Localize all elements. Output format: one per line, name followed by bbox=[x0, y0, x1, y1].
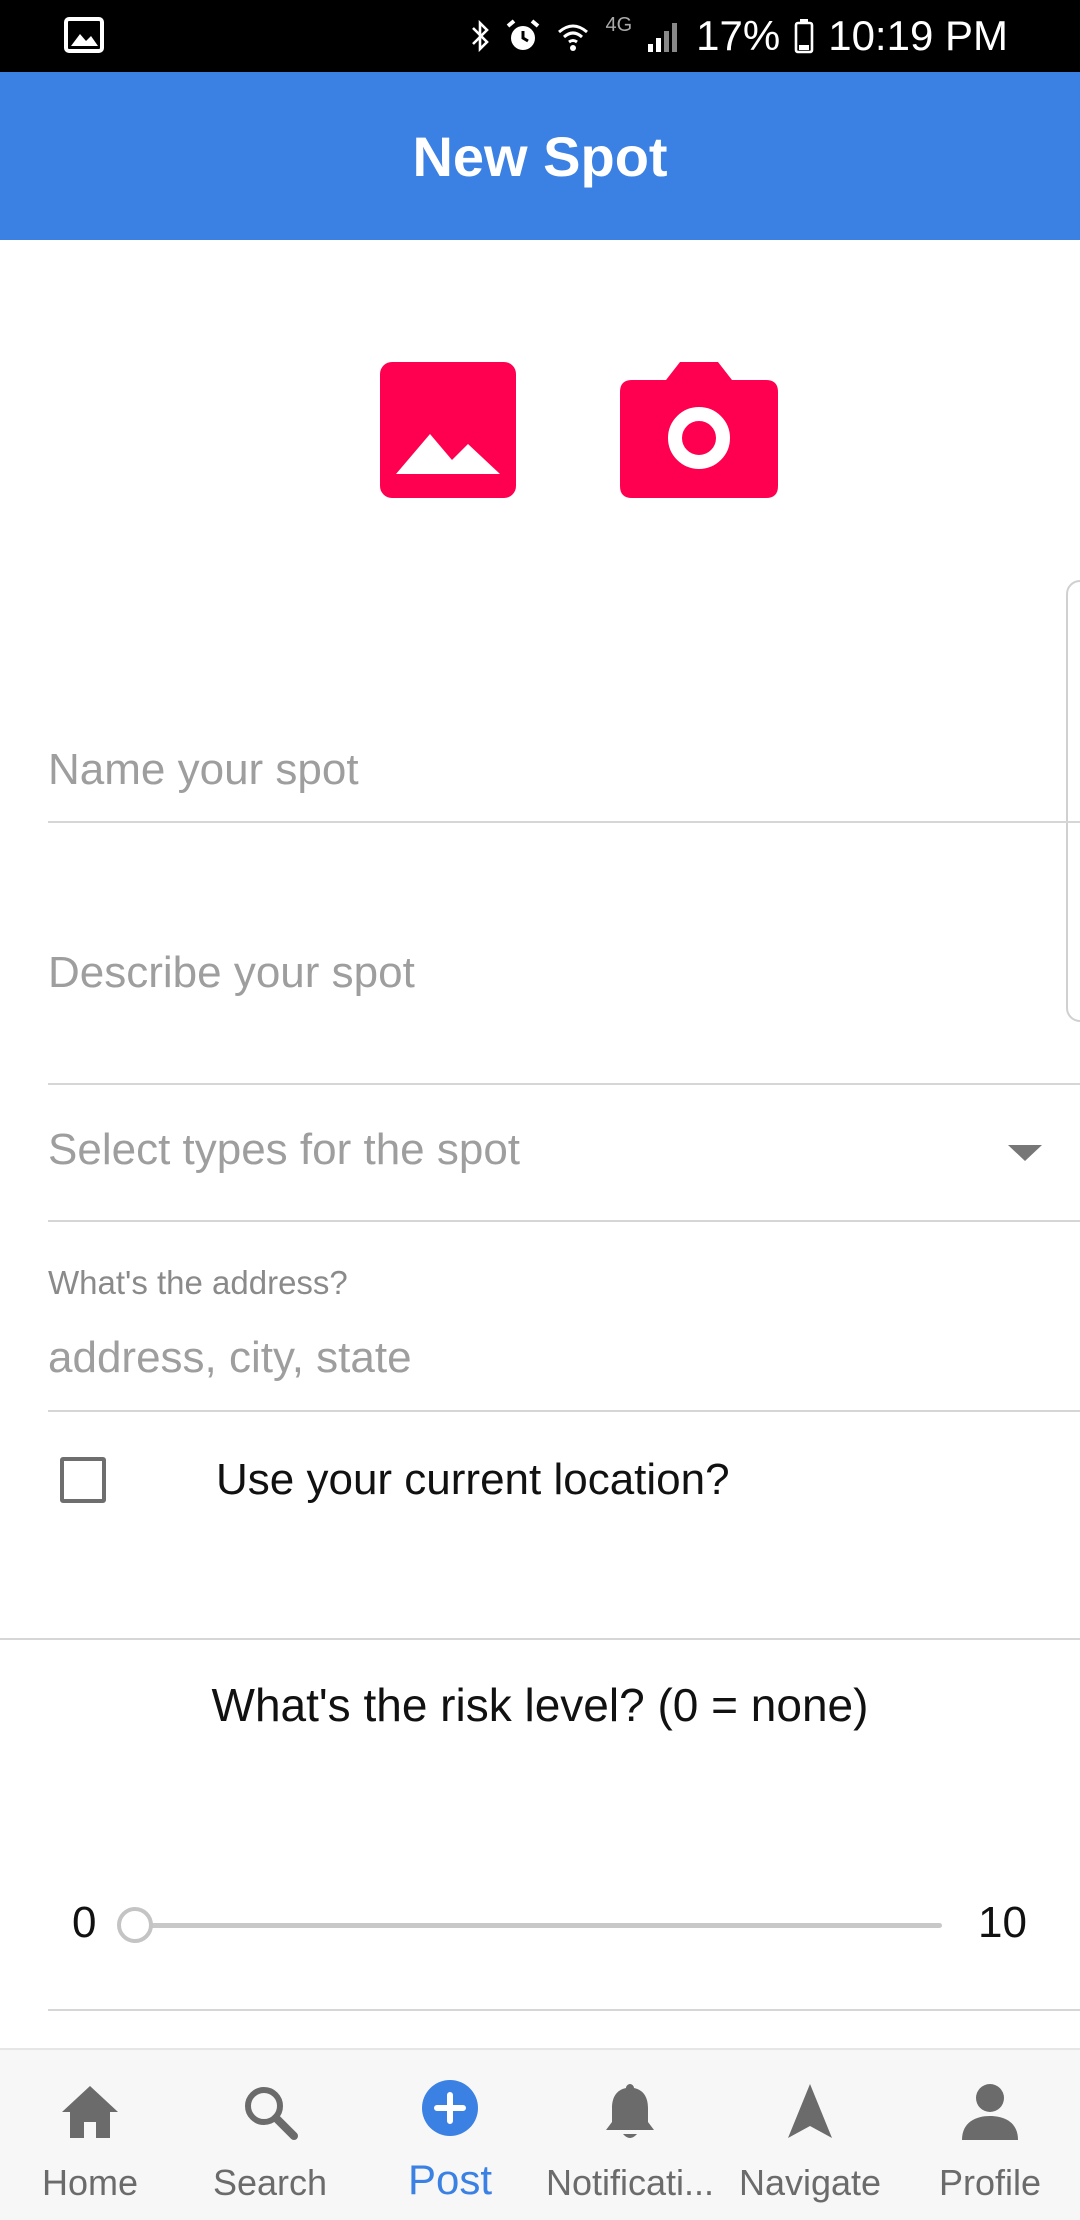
address-label: What's the address? bbox=[48, 1264, 348, 1301]
home-icon bbox=[62, 2086, 118, 2138]
risk-slider-thumb[interactable] bbox=[117, 1907, 153, 1943]
nav-item-post[interactable]: Post bbox=[360, 2050, 540, 2220]
slider-min-label: 0 bbox=[72, 1898, 97, 1947]
nav-item-search[interactable]: Search bbox=[180, 2050, 360, 2220]
add-circle-icon bbox=[422, 2080, 478, 2136]
nav-label-search: Search bbox=[212, 2162, 328, 2203]
bluetooth-icon bbox=[472, 19, 490, 53]
bell-icon bbox=[606, 2084, 654, 2138]
current-location-label[interactable]: Use your current location? bbox=[216, 1455, 730, 1505]
search-icon bbox=[245, 2087, 298, 2140]
slider-max-label: 10 bbox=[978, 1898, 1027, 1947]
address-input[interactable] bbox=[48, 1325, 1080, 1391]
camera-icon[interactable] bbox=[620, 362, 778, 498]
nav-item-profile[interactable]: Profile bbox=[900, 2050, 1080, 2220]
alarm-icon bbox=[507, 19, 540, 50]
nav-label-post: Post bbox=[407, 2156, 493, 2203]
network-type-label: 4G bbox=[605, 14, 633, 36]
nav-label-notifications: Notificati... bbox=[545, 2162, 715, 2203]
nav-item-notifications[interactable]: Notificati... bbox=[540, 2050, 720, 2220]
status-bar: 4G 17% 10:19 PM bbox=[0, 0, 1080, 72]
types-underline bbox=[48, 1220, 1080, 1222]
slider-underline bbox=[48, 2009, 1080, 2011]
image-gallery-icon[interactable] bbox=[380, 362, 516, 498]
current-location-checkbox[interactable] bbox=[60, 1457, 106, 1503]
page-title: New Spot bbox=[412, 124, 668, 188]
person-icon bbox=[962, 2084, 1018, 2140]
risk-slider-track[interactable] bbox=[134, 1923, 942, 1928]
media-picker bbox=[380, 362, 778, 498]
spot-types-placeholder: Select types for the spot bbox=[48, 1125, 521, 1174]
risk-slider-row: 0 10 bbox=[0, 1890, 1080, 1960]
section-divider bbox=[0, 1638, 1080, 1640]
chevron-down-icon[interactable] bbox=[1008, 1145, 1042, 1161]
bottom-navigation: Home Search Post Notificati... Navigate bbox=[0, 2048, 1080, 2220]
signal-strength-icon bbox=[648, 23, 678, 52]
nav-label-profile: Profile bbox=[938, 2162, 1042, 2203]
battery-icon bbox=[794, 19, 814, 54]
nav-item-home[interactable]: Home bbox=[0, 2050, 180, 2220]
wifi-calling-icon bbox=[558, 24, 589, 51]
spot-description-input[interactable] bbox=[48, 938, 1080, 1008]
nav-label-navigate: Navigate bbox=[738, 2162, 882, 2203]
battery-percent: 17% bbox=[696, 12, 781, 59]
status-indicators: 4G 17% 10:19 PM bbox=[469, 0, 1008, 72]
spot-name-input[interactable] bbox=[48, 735, 1080, 805]
nav-label-home: Home bbox=[41, 2162, 139, 2203]
current-location-row: Use your current location? bbox=[0, 1445, 1080, 1515]
nav-item-navigate[interactable]: Navigate bbox=[720, 2050, 900, 2220]
navigation-arrow-icon bbox=[788, 2084, 832, 2138]
spot-types-select[interactable]: Select types for the spot bbox=[48, 1085, 1080, 1221]
address-underline bbox=[48, 1410, 1080, 1412]
app-header: New Spot bbox=[0, 72, 1080, 240]
risk-level-title: What's the risk level? (0 = none) bbox=[211, 1679, 869, 1731]
gallery-notification-icon bbox=[64, 17, 104, 53]
clock-time: 10:19 PM bbox=[828, 12, 1008, 59]
name-underline bbox=[48, 821, 1080, 823]
